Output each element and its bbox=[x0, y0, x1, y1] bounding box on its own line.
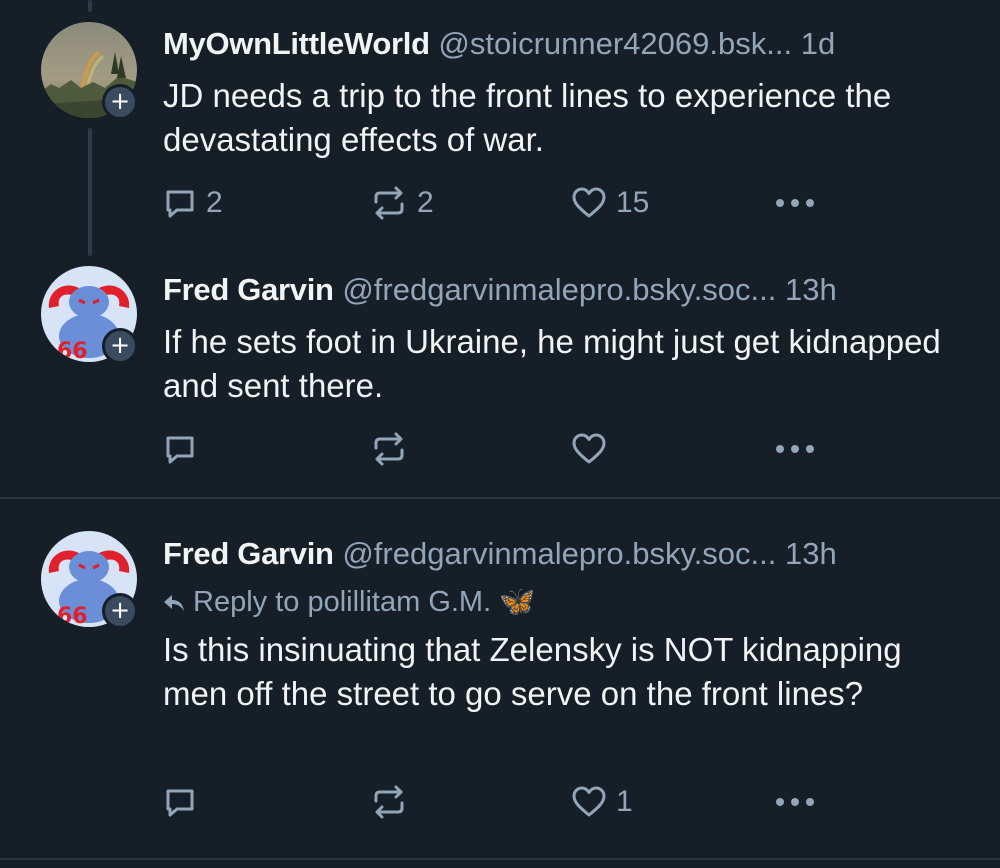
like-button[interactable] bbox=[571, 429, 616, 469]
post-actions: 1 bbox=[163, 782, 963, 822]
handle[interactable]: @stoicrunner42069.bsk... bbox=[438, 26, 792, 61]
display-name[interactable]: Fred Garvin bbox=[163, 536, 334, 571]
post-text: Is this insinuating that Zelensky is NOT… bbox=[163, 631, 902, 712]
like-count: 1 bbox=[616, 785, 633, 818]
reply-button[interactable] bbox=[163, 782, 206, 822]
follow-plus-button[interactable]: + bbox=[102, 328, 138, 364]
post-header: Fred Garvin @fredgarvinmalepro.bsky.soc.… bbox=[163, 270, 970, 310]
post-actions bbox=[163, 429, 963, 469]
handle[interactable]: @fredgarvinmalepro.bsky.soc... bbox=[342, 272, 776, 307]
reply-count: 2 bbox=[206, 186, 223, 219]
reply-bubble-icon bbox=[166, 190, 194, 218]
divider bbox=[0, 858, 1000, 860]
ellipsis-icon bbox=[776, 445, 814, 453]
follow-plus-button[interactable]: + bbox=[102, 84, 138, 120]
avatar-number: 66 bbox=[57, 604, 88, 627]
follow-plus-button[interactable]: + bbox=[102, 593, 138, 629]
more-options-button[interactable] bbox=[775, 782, 815, 822]
like-count: 15 bbox=[616, 186, 650, 219]
post-header: MyOwnLittleWorld @stoicrunner42069.bsk..… bbox=[163, 24, 970, 64]
display-name[interactable]: MyOwnLittleWorld bbox=[163, 26, 430, 61]
ellipsis-icon bbox=[776, 199, 814, 207]
post-time[interactable]: 13h bbox=[785, 272, 837, 307]
post-actions: 2 2 15 bbox=[163, 183, 963, 223]
more-options-button[interactable] bbox=[775, 183, 815, 223]
reply-to-text: Reply to polillitam G.M. 🦋 bbox=[193, 586, 536, 618]
avatar-number: 66 bbox=[57, 339, 88, 362]
like-button[interactable]: 15 bbox=[571, 183, 649, 223]
post-fred-garvin-2[interactable]: 66 + Fred Garvin @fredgarvinmalepro.bsky… bbox=[0, 498, 1000, 868]
repost-count: 2 bbox=[417, 186, 434, 219]
like-button[interactable]: 1 bbox=[571, 782, 633, 822]
reply-bubble-icon bbox=[166, 436, 194, 464]
repost-icon bbox=[374, 186, 404, 220]
reply-button[interactable]: 2 bbox=[163, 183, 223, 223]
post-time[interactable]: 13h bbox=[785, 536, 837, 571]
heart-icon bbox=[572, 786, 606, 817]
ellipsis-icon bbox=[776, 798, 814, 806]
post-header: Fred Garvin @fredgarvinmalepro.bsky.soc.… bbox=[163, 534, 970, 574]
post-text: If he sets foot in Ukraine, he might jus… bbox=[163, 323, 941, 404]
post-time[interactable]: 1d bbox=[801, 26, 835, 61]
post-text: JD needs a trip to the front lines to ex… bbox=[163, 77, 892, 158]
repost-button[interactable] bbox=[370, 429, 417, 469]
post-myownlittleworld[interactable]: + MyOwnLittleWorld @stoicrunner42069.bsk… bbox=[0, 0, 1000, 258]
handle[interactable]: @fredgarvinmalepro.bsky.soc... bbox=[342, 536, 776, 571]
repost-button[interactable] bbox=[370, 782, 417, 822]
heart-icon bbox=[572, 433, 606, 464]
reply-arrow-icon bbox=[164, 595, 184, 612]
reply-bubble-icon bbox=[166, 789, 194, 817]
more-options-button[interactable] bbox=[775, 429, 815, 469]
post-fred-garvin-1[interactable]: 66 + Fred Garvin @fredgarvinmalepro.bsky… bbox=[0, 258, 1000, 498]
repost-icon bbox=[374, 785, 404, 819]
repost-icon bbox=[374, 432, 404, 466]
repost-button[interactable]: 2 bbox=[370, 183, 434, 223]
reply-to-link[interactable]: Reply to polillitam G.M. 🦋 bbox=[163, 582, 535, 622]
reply-button[interactable] bbox=[163, 429, 206, 469]
thread-line bbox=[88, 128, 92, 256]
heart-icon bbox=[572, 187, 606, 218]
display-name[interactable]: Fred Garvin bbox=[163, 272, 334, 307]
